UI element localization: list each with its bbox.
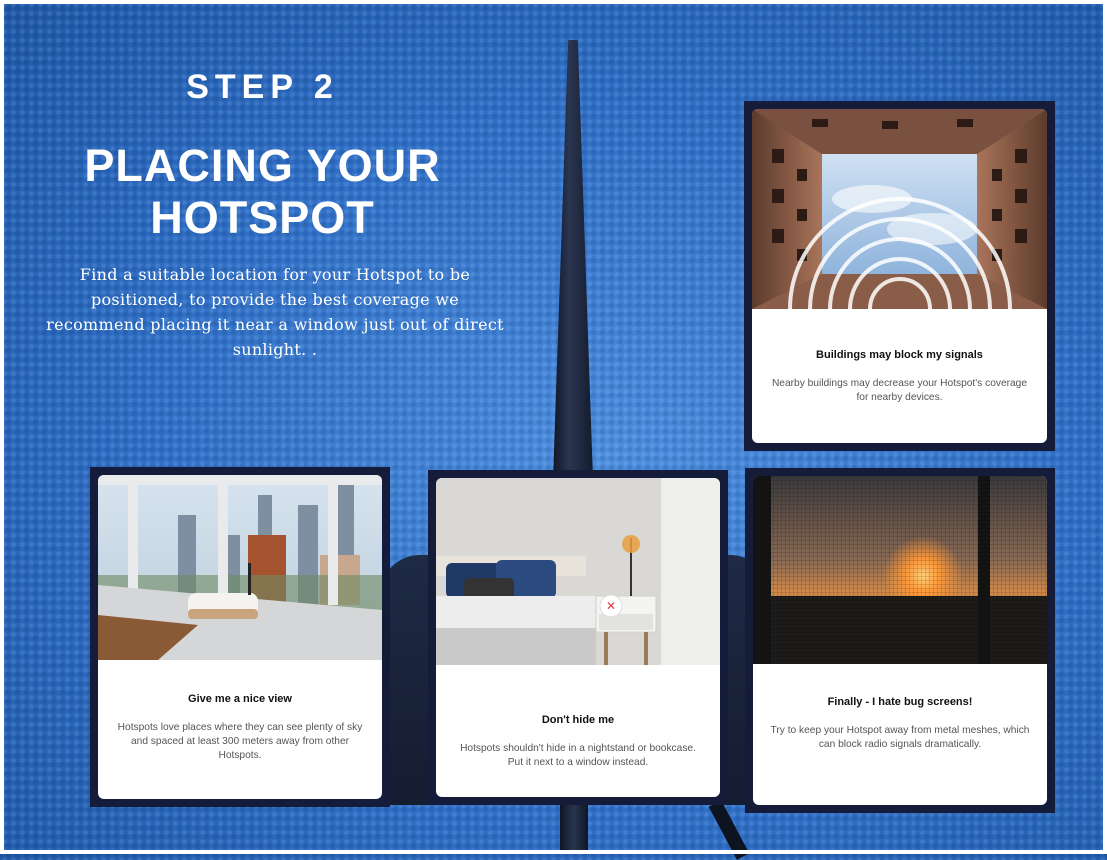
card-bug-screens: Finally - I hate bug screens! Try to kee…	[745, 468, 1055, 813]
card-dont-hide: ✕ Don't hide me Hotspots shouldn't hide …	[428, 470, 728, 805]
card-title: Don't hide me	[541, 714, 615, 726]
page-title: PLACING YOUR HOTSPOT	[45, 140, 480, 244]
card-text: Nearby buildings may decrease your Hotsp…	[771, 378, 1028, 403]
svg-text:✕: ✕	[606, 599, 616, 613]
card-title: Buildings may block my signals	[816, 349, 983, 361]
card-buildings: Buildings may block my signals Nearby bu…	[744, 101, 1055, 451]
card-text: Try to keep your Hotspot away from metal…	[770, 725, 1030, 750]
courtyard-photo	[752, 109, 1047, 309]
step-label: STEP 2	[186, 68, 339, 106]
card-nice-view: Give me a nice view Hotspots love places…	[90, 467, 390, 807]
sunset-mesh-photo	[753, 476, 1047, 664]
power-cable	[708, 800, 750, 860]
card-title: Finally - I hate bug screens!	[827, 696, 973, 708]
page-title-line-1: PLACING YOUR	[84, 140, 441, 191]
page-title-line-2: HOTSPOT	[150, 192, 375, 243]
window-view-photo	[98, 475, 382, 660]
card-text: Hotspots love places where they can see …	[117, 722, 363, 761]
hotspot-antenna	[553, 40, 593, 480]
bedroom-photo: ✕	[436, 478, 720, 665]
hotspot-antenna-base	[560, 800, 588, 850]
card-title: Give me a nice view	[188, 693, 292, 705]
intro-text: Find a suitable location for your Hotspo…	[46, 265, 504, 359]
card-text: Hotspots shouldn't hide in a nightstand …	[460, 743, 696, 768]
